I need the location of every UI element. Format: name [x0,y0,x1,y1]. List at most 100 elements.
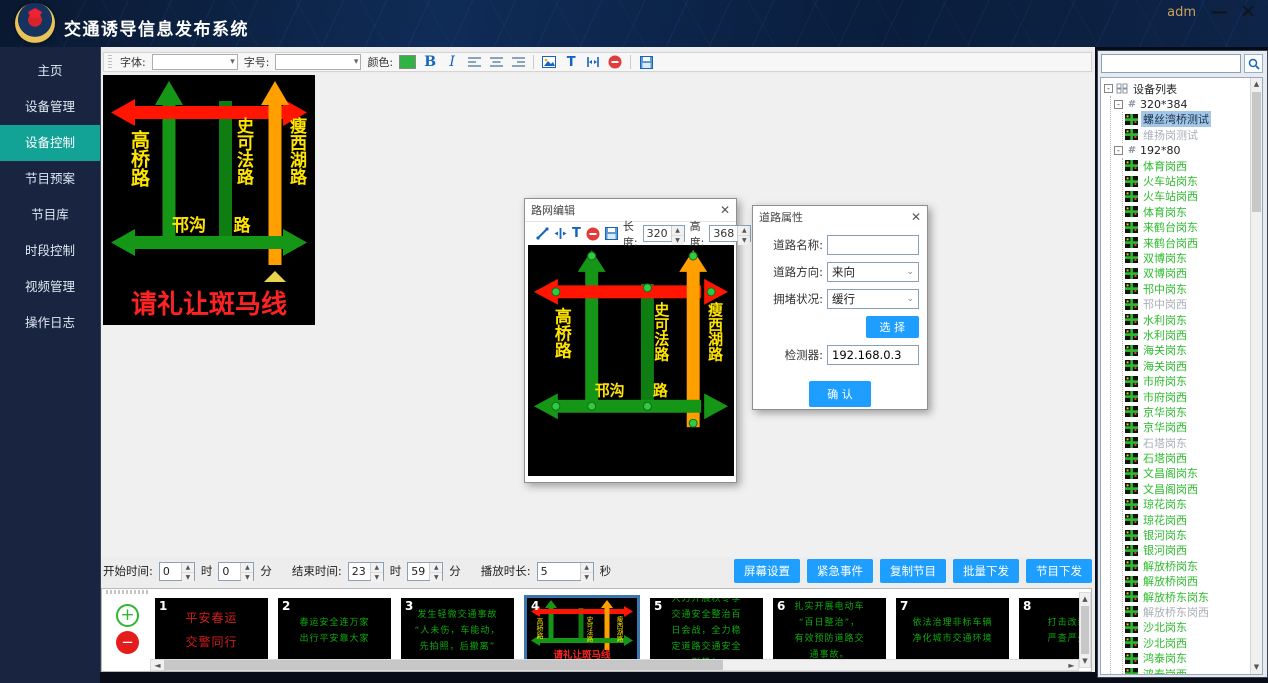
action-button[interactable]: 紧急事件 [807,559,873,583]
tree-device-item[interactable]: 鸿泰岗西 [1125,666,1260,675]
program-thumbnail[interactable]: 5大力开展秋冬季交通安全整治百日会战，全力稳定道路交通安全形势！ [650,598,763,660]
scroll-up-arrow[interactable]: ▲ [1251,78,1262,91]
tree-device-item[interactable]: 维扬岗测试 [1125,127,1260,142]
tree-device-item[interactable]: 水利岗西 [1125,327,1260,342]
program-preview-canvas[interactable]: 高桥路 史可法路 瘦西湖路 邗沟 路 请礼让斑马线 [103,75,315,325]
expand-toggle[interactable]: - [1114,100,1123,109]
program-thumbnail[interactable]: 6扎实开展电动车“百日整治”，有效预防道路交通事故。 [773,598,886,660]
bold-button[interactable]: B [422,54,438,70]
sidebar-item[interactable]: 时段控制 [0,233,100,269]
dialog-close-icon[interactable]: ✕ [911,210,921,224]
tree-device-item[interactable]: 银河岗东 [1125,527,1260,542]
tree-device-item[interactable]: 解放桥岗东 [1125,558,1260,573]
tree-device-item[interactable]: 海关岗东 [1125,343,1260,358]
road-direction-select[interactable]: 来向 ⌄ [827,262,919,282]
scroll-right-arrow[interactable]: ► [1065,660,1078,670]
sidebar-item[interactable]: 视频管理 [0,269,100,305]
add-program-button[interactable]: + [116,604,139,627]
tree-device-item[interactable]: 螺丝湾桥测试 [1125,112,1260,127]
dialog-titlebar[interactable]: 道路属性 ✕ [753,206,927,228]
tree-device-item[interactable]: 体育岗东 [1125,204,1260,219]
search-button[interactable] [1244,54,1263,73]
tree-device-item[interactable]: 沙北岗西 [1125,635,1260,650]
scrollbar-thumb[interactable] [164,660,723,670]
tree-device-item[interactable]: 来鹤台岗西 [1125,235,1260,250]
tree-device-item[interactable]: 邗中岗东 [1125,281,1260,296]
duration-spinner[interactable]: 5▲▼ [537,562,594,581]
sidebar-item[interactable]: 主页 [0,53,100,89]
start-hour-spinner[interactable]: 0▲▼ [159,562,195,581]
scroll-left-arrow[interactable]: ◄ [151,660,164,670]
tree-root[interactable]: -设备列表 [1103,81,1260,96]
tree-device-item[interactable]: 解放桥东岗西 [1125,604,1260,619]
sidebar-item[interactable]: 节目预案 [0,161,100,197]
text-tool-button[interactable]: T [563,54,579,70]
draw-road-icon[interactable] [536,226,549,242]
insert-image-icon[interactable] [541,54,557,70]
tree-device-item[interactable]: 邗中岗西 [1125,296,1260,311]
tree-device-item[interactable]: 鸿泰岗东 [1125,650,1260,665]
tree-device-item[interactable]: 琼花岗西 [1125,512,1260,527]
tree-device-item[interactable]: 银河岗西 [1125,543,1260,558]
program-thumbnail[interactable]: 8打击改装“炸严查严处“机 [1019,598,1079,660]
tree-device-item[interactable]: 京华岗西 [1125,420,1260,435]
tree-device-item[interactable]: 水利岗东 [1125,312,1260,327]
strip-horizontal-scrollbar[interactable]: ◄ ► [150,659,1079,671]
strip-vertical-scrollbar[interactable]: ▲ ▼ [1079,592,1091,668]
tree-device-item[interactable]: 解放桥岗西 [1125,574,1260,589]
expand-toggle[interactable]: - [1114,146,1123,155]
tree-device-item[interactable]: 火车站岗西 [1125,189,1260,204]
tree-device-item[interactable]: 解放桥东岗东 [1125,589,1260,604]
tree-device-item[interactable]: 双博岗东 [1125,250,1260,265]
confirm-button[interactable]: 确 认 [809,381,871,407]
action-button[interactable]: 屏幕设置 [734,559,800,583]
scrollbar-thumb[interactable] [1081,606,1089,654]
tree-device-item[interactable]: 琼花岗东 [1125,497,1260,512]
end-hour-spinner[interactable]: 23▲▼ [348,562,384,581]
scroll-up-arrow[interactable]: ▲ [1080,593,1090,605]
tree-group[interactable]: -#320*384 [1113,96,1260,111]
detector-input[interactable] [832,346,914,364]
road-editor-canvas[interactable]: 高桥路 史可法路 瘦西湖路 邗沟 路 [528,245,734,476]
program-thumbnail[interactable]: 4 高桥路 史可法路 瘦西湖路 请礼让斑马线 [524,595,640,663]
minimize-button[interactable]: — [1211,2,1228,22]
tree-device-item[interactable]: 火车站岗东 [1125,173,1260,188]
save-icon[interactable] [638,54,654,70]
tree-device-item[interactable]: 市府岗东 [1125,373,1260,388]
action-button[interactable]: 批量下发 [953,559,1019,583]
tree-scrollbar[interactable]: ▲ ▼ [1250,78,1262,674]
congestion-select[interactable]: 缓行 ⌄ [827,289,919,309]
action-button[interactable]: 复制节目 [880,559,946,583]
tree-device-item[interactable]: 沙北岗东 [1125,620,1260,635]
program-thumbnail[interactable]: 7依法治理非标车辆净化城市交通环境 [896,598,1009,660]
delete-item-icon[interactable] [607,54,623,70]
scroll-down-arrow[interactable]: ▼ [1080,655,1090,667]
program-thumbnail[interactable]: 3发生轻微交通事故“人未伤，车能动，先拍照，后撤离” [401,598,514,660]
move-node-icon[interactable] [554,226,567,242]
tree-group[interactable]: -#192*80 [1113,143,1260,158]
action-button[interactable]: 节目下发 [1026,559,1092,583]
tree-device-item[interactable]: 双博岗西 [1125,266,1260,281]
scroll-down-arrow[interactable]: ▼ [1251,661,1262,674]
toolbar-grip[interactable] [108,55,112,69]
road-name-input[interactable] [832,236,914,254]
expand-toggle[interactable]: - [1104,84,1113,93]
sidebar-item[interactable]: 操作日志 [0,305,100,341]
align-right-icon[interactable] [510,54,526,70]
height-spinner[interactable]: 368▲▼ [709,225,751,242]
scrollbar-thumb[interactable] [1252,92,1261,212]
dialog-close-icon[interactable]: ✕ [720,203,730,217]
strip-grip[interactable] [106,590,150,594]
length-spinner[interactable]: 320▲▼ [643,225,685,242]
program-thumbnail[interactable]: 2春运安全连万家出行平安靠大家 [278,598,391,660]
program-thumbnail[interactable]: 1平安春运交警同行 [155,598,268,660]
delete-item-icon[interactable] [586,226,600,242]
tree-device-item[interactable]: 京华岗东 [1125,404,1260,419]
fit-width-icon[interactable] [585,54,601,70]
tree-device-item[interactable]: 体育岗西 [1125,158,1260,173]
device-search-input[interactable] [1101,54,1241,73]
align-center-icon[interactable] [488,54,504,70]
start-minute-spinner[interactable]: 0▲▼ [218,562,254,581]
tree-device-item[interactable]: 来鹤台岗东 [1125,220,1260,235]
sidebar-item[interactable]: 节目库 [0,197,100,233]
